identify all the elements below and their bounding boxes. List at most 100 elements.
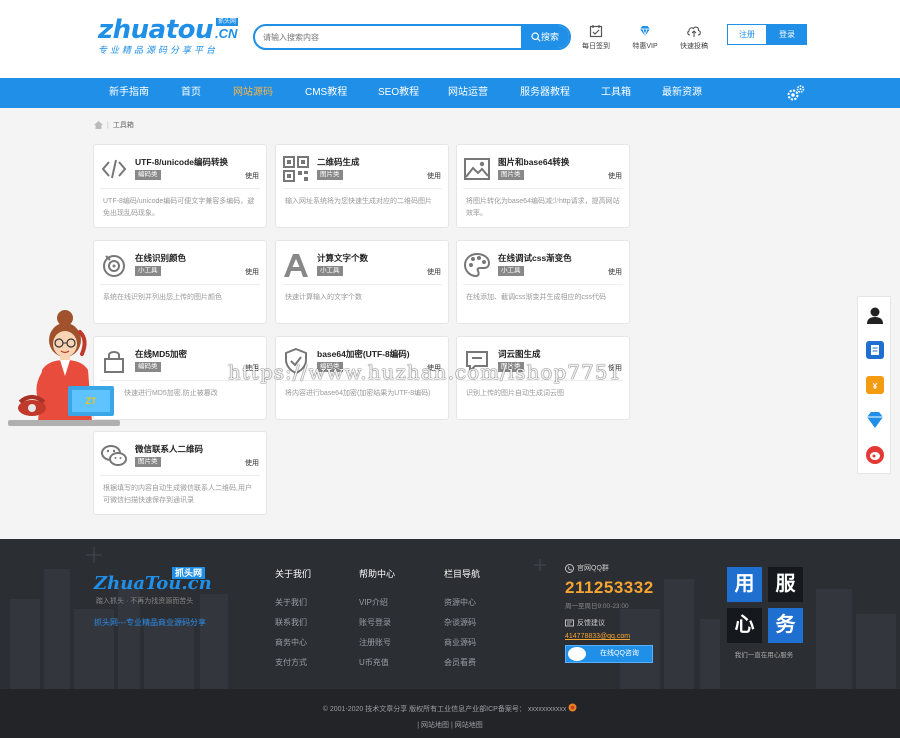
tool-use-button[interactable]: 使用 [608,171,622,181]
watermark-text: https://www.huzhan.com/ishop7751 [228,360,623,384]
divider [463,284,623,285]
footer-contact: 官网QQ群 211253332 周一至周日9:00-23:00 反馈建议 414… [565,563,654,663]
footer-link[interactable]: 商业源码 [444,633,480,653]
right-float-bar: ¥ [857,296,891,474]
qq-consult-button[interactable]: 在线QQ咨询 [565,645,653,663]
sitemap-link[interactable]: 网站地图 [421,722,449,729]
footer-link[interactable]: U币充值 [359,653,395,673]
tool-desc: 在线添加、截调css渐变并生成相应的css代码 [466,294,606,301]
checkin-button[interactable]: 每日签到 [574,24,618,51]
footer-link[interactable]: 商务中心 [275,633,311,653]
main-nav: 新手指南 首页 网站源码 CMS教程 SEO教程 网站运营 服务器教程 工具箱 … [0,78,900,108]
tool-use-button[interactable]: 使用 [245,267,259,277]
footer-link[interactable]: 账号登录 [359,613,395,633]
tool-tag: 小工具 [135,266,161,276]
submit-button[interactable]: 快速投稿 [672,24,716,51]
divider [100,188,260,189]
phone-icon [565,563,574,573]
tool-card[interactable]: 图片和base64转换 图片类 使用 将图片转化为base64编码减少http请… [456,144,630,228]
service-char: 服 [768,567,803,602]
diamond-icon [640,26,650,37]
tool-title: 在线调试css渐变色 [498,253,572,263]
tool-tag: 图片类 [135,457,161,467]
icp-number[interactable]: xxxxxxxxxxx [528,706,567,713]
tool-card[interactable]: 二维码生成 图片类 使用 输入网址系统将为您快速生成对应的二维码图片 [275,144,449,228]
tool-tag: 图片类 [317,170,343,180]
nav-item-toolbox[interactable]: 工具箱 [601,78,631,108]
tool-title: 图片和base64转换 [498,157,570,167]
tool-desc: 快速进行MD5加密,防止被篡改 [124,390,218,397]
footer-link[interactable]: VIP介绍 [359,593,395,613]
footer-link[interactable]: 资源中心 [444,593,480,613]
footer-link[interactable]: 关于我们 [275,593,311,613]
tool-use-button[interactable]: 使用 [427,267,441,277]
gear-icon[interactable] [786,84,806,102]
user-service-icon[interactable] [865,305,885,325]
vip-badge-icon[interactable]: ¥ [865,375,885,395]
tool-desc: 根据填写的内容自动生成微信联系人二维码,用户可微信扫描快速保存到通讯录 [103,485,252,504]
nav-item-operation[interactable]: 网站运营 [448,78,488,108]
footer-col-title: 栏目导航 [444,569,481,579]
tool-use-button[interactable]: 使用 [427,171,441,181]
breadcrumb: | 工具箱 [94,120,134,130]
nav-item-cms[interactable]: CMS教程 [305,78,347,108]
search-button-label: 搜索 [540,32,559,42]
tool-card[interactable]: 微信联系人二维码 图片类 使用 根据填写的内容自动生成微信联系人二维码,用户可微… [93,431,267,515]
login-button[interactable]: 登录 [767,24,807,45]
search-button[interactable]: 搜索 [521,26,569,48]
checkin-icon [589,25,603,38]
tool-desc: 系统在线识别并列出您上传的图片颜色 [103,294,222,301]
register-button[interactable]: 注册 [727,24,767,45]
weibo-icon[interactable] [865,445,885,465]
tool-card[interactable]: UTF-8/unicode编码转换 编码类 使用 UTF-8编码/unicode… [93,144,267,228]
tool-card[interactable]: 在线调试css渐变色 小工具 使用 在线添加、截调css渐变并生成相应的css代… [456,240,630,324]
footer-col-help: 帮助中心 VIP介绍 账号登录 注册账号 U币充值 [359,567,395,673]
footer-link[interactable]: 杂谈源码 [444,613,480,633]
tool-use-button[interactable]: 使用 [245,458,259,468]
nav-item-source[interactable]: 网站源码 [233,78,273,108]
service-chars: 用 服 心 务 [723,563,805,647]
tool-title: 计算文字个数 [317,253,369,263]
service-char: 用 [727,567,762,602]
footer-link[interactable]: 支付方式 [275,653,311,673]
tool-title: 在线识别颜色 [135,253,187,263]
nav-item-home[interactable]: 首页 [181,78,201,108]
qq-group-number: 211253332 [565,578,654,597]
qq-avatar-icon [568,647,586,661]
tool-use-button[interactable]: 使用 [608,267,622,277]
nav-item-guide[interactable]: 新手指南 [109,78,149,108]
footer-logo-badge: 抓头网 [172,567,206,579]
footer-link[interactable]: 联系我们 [275,613,311,633]
footer-link[interactable]: 会员看费 [444,653,480,673]
footer-logo[interactable]: ZhuaTou.cn 抓头网 踏入抓头 · 不再为找资源而苦头 [94,567,212,606]
site-footer: ZhuaTou.cn 抓头网 踏入抓头 · 不再为找资源而苦头 抓头网---专业… [0,539,900,689]
auth-buttons: 注册 登录 [727,24,807,45]
service-caption: 我们一直在用心服务 [734,652,794,659]
feedback-email-link[interactable]: 414778833@qq.com [565,633,654,640]
site-header: zhuatou 抓头网 .CN 专业精品源码分享平台 搜索 每日签到 特惠VIP… [0,0,900,78]
footer-logo-sub: 踏入抓头 · 不再为找资源而苦头 [96,598,194,605]
police-badge-icon [568,703,577,712]
search-icon [531,32,541,42]
logo-domain: .CN [215,26,238,41]
sitemap-link[interactable]: 网站地图 [455,722,483,729]
nav-item-latest[interactable]: 最新资源 [662,78,702,108]
tool-tag: 小工具 [317,266,343,276]
home-icon[interactable] [94,121,103,129]
customer-service-illustration[interactable]: ZT [8,310,120,430]
footer-link[interactable]: 注册账号 [359,633,395,653]
search-input[interactable] [255,26,515,48]
nav-item-server[interactable]: 服务器教程 [520,78,570,108]
diamond-icon[interactable] [865,410,885,430]
tool-card[interactable]: 计算文字个数 小工具 使用 快速计算输入的文字个数 [275,240,449,324]
service-char: 务 [768,608,803,643]
logo-badge: 抓头网 [216,18,239,26]
tool-desc: 将内容进行base64加密(加密结果为UTF-8编码) [285,390,431,397]
divider [282,188,442,189]
vip-button[interactable]: 特惠VIP [623,24,667,51]
doc-icon[interactable] [865,340,885,360]
site-logo[interactable]: zhuatou 抓头网 .CN 专业精品源码分享平台 [98,16,243,56]
bottom-links: | 网站地图 | 网站地图 [417,722,483,729]
tool-use-button[interactable]: 使用 [245,171,259,181]
nav-item-seo[interactable]: SEO教程 [378,78,419,108]
